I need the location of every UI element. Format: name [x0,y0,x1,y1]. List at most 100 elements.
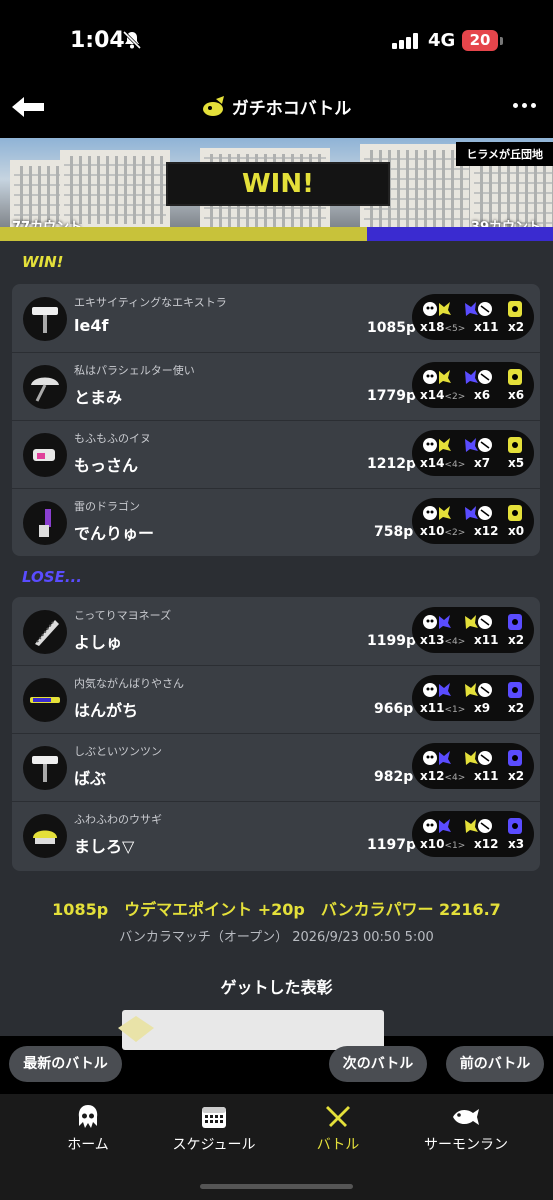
player-name: もっさん [74,456,139,475]
player-title: ふわふわのウサギ [74,813,162,826]
assist-count: <1> [444,705,466,715]
tab-salmon-run-label: サーモンラン [424,1137,508,1153]
status-time: 1:04 [70,28,125,53]
assist-count: <2> [444,528,466,538]
player-points: 758p [374,524,414,540]
player-points: 982p [374,769,414,785]
win-team-panel: エキサイティングなエキストラ le4f 1085p x18<5> x11 x2 私はパラシェ… [12,284,540,556]
tab-battle-label: バトル [316,1137,360,1153]
assist-count: <4> [444,460,466,470]
player-row[interactable]: 内気ながんばりやさん はんがち 966p x11<1> x9 x2 [12,665,540,734]
kill-count: x18 [420,320,445,334]
squid-icon [78,1105,98,1128]
tab-home-label: ホーム [67,1137,109,1153]
death-count: x11 [474,633,499,647]
salmon-icon [453,1109,479,1125]
umbrella-icon [23,365,67,409]
player-title: 私はパラシェルター使い [74,364,195,377]
player-row[interactable]: しぶといツンツン ばぶ 982p x12<4> x11 x2 [12,733,540,802]
death-count: x9 [474,701,491,715]
roller-icon [23,297,67,341]
player-stats: x14<2> x6 x6 [412,362,534,408]
tab-battle[interactable]: バトル [308,1104,368,1154]
saw-icon [23,610,67,654]
player-name: でんりゅー [74,524,155,543]
assist-count: <2> [444,392,466,402]
calendar-icon [202,1107,226,1128]
special-count: x2 [508,769,525,783]
player-name: はんがち [74,701,139,720]
tab-home[interactable]: ホーム [58,1104,118,1154]
kill-count: x10 [420,524,445,538]
special-count: x5 [508,456,525,470]
player-stats: x12<4> x11 x2 [412,743,534,789]
player-row[interactable]: こってりマヨネーズよしゅ 1199p x13<4> x11 x2 [12,597,540,666]
special-count: x2 [508,320,525,334]
assist-count: <4> [444,637,466,647]
latest-battle-button[interactable]: 最新のバトル [9,1046,122,1082]
brush-icon [23,501,67,545]
player-points: 1085p [367,320,416,336]
player-row[interactable]: 雷のドラゴン でんりゅー 758p x10<2> x12 x0 [12,488,540,556]
page-title-text: ガチホコバトル [231,99,352,119]
shooter-icon [23,814,67,858]
player-stats: x14<4> x7 x5 [412,430,534,476]
assist-count: <5> [444,324,466,334]
battery-icon: 20 [462,30,498,51]
death-count: x12 [474,837,499,851]
player-stats: x11<1> x9 x2 [412,675,534,721]
kill-count: x13 [420,633,445,647]
score-bar [0,227,553,241]
stage-name: ヒラメが丘団地 [456,142,553,166]
awards-title: ゲットした表彰 [220,978,333,997]
award-badge-icon [118,1016,154,1042]
battery-cap [500,37,503,45]
player-title: エキサイティングなエキストラ [74,296,227,309]
result-summary: 1085p ウデマエポイント +20p バンカラパワー 2216.7 [52,900,501,919]
special-count: x2 [508,633,525,647]
player-points: 1779p [367,388,416,404]
player-stats: x10<2> x12 x0 [412,498,534,544]
player-title: こってりマヨネーズ [74,609,172,622]
death-count: x12 [474,524,499,538]
battle-icon [326,1106,350,1127]
tab-schedule-label: スケジュール [172,1137,256,1153]
lose-team-panel: こってりマヨネーズ よしゅ 1199p x13<4> x11 x2 内気ながんばりやさん はん… [12,597,540,871]
player-name: とまみ [74,388,123,407]
prev-battle-button[interactable]: 前のバトル [446,1046,544,1082]
home-indicator [200,1184,353,1189]
rainmaker-icon [202,95,224,116]
charger-icon [23,678,67,722]
tab-salmon-run[interactable]: サーモンラン [416,1104,516,1154]
player-stats: x10<1> x12 x3 [412,811,534,857]
player-stats: x13<4> x11 x2 [412,607,534,653]
player-row[interactable]: ふわふわのウサギ ましろ▽ 1197p x10<1> x12 x3 [12,801,540,869]
lose-score-fill [367,227,553,241]
player-name: ばぶ [74,769,107,788]
death-count: x6 [474,388,491,402]
player-row[interactable]: もふもふのイヌ もっさん 1212p x14<4> x7 x5 [12,420,540,489]
silent-bell-icon [122,30,142,50]
more-options-icon[interactable] [513,100,537,110]
tab-schedule[interactable]: スケジュール [164,1104,264,1154]
stage-banner: ヒラメが丘団地 WIN! 77カウント 39カウント [0,138,553,241]
kill-count: x12 [420,769,445,783]
player-name: ましろ▽ [74,837,135,856]
player-name: よしゅ [74,633,123,652]
player-row[interactable]: エキサイティングなエキストラ le4f 1085p x18<5> x11 x2 [12,284,540,353]
player-points: 1199p [367,633,416,649]
assist-count: <1> [444,841,466,851]
kill-count: x11 [420,701,445,715]
network-type: 4G [428,30,456,51]
next-battle-button[interactable]: 次のバトル [329,1046,427,1082]
player-points: 1212p [367,456,416,472]
special-count: x6 [508,388,525,402]
player-title: 雷のドラゴン [74,500,140,513]
player-name: le4f [74,316,109,335]
player-row[interactable]: 私はパラシェルター使いとまみ 1779p x14<2> x6 x6 [12,352,540,421]
win-team-label: WIN! [22,253,64,271]
win-score-fill [0,227,368,241]
kill-count: x14 [420,388,445,402]
page-title: ガチホコバトル [202,94,352,119]
special-count: x2 [508,701,525,715]
